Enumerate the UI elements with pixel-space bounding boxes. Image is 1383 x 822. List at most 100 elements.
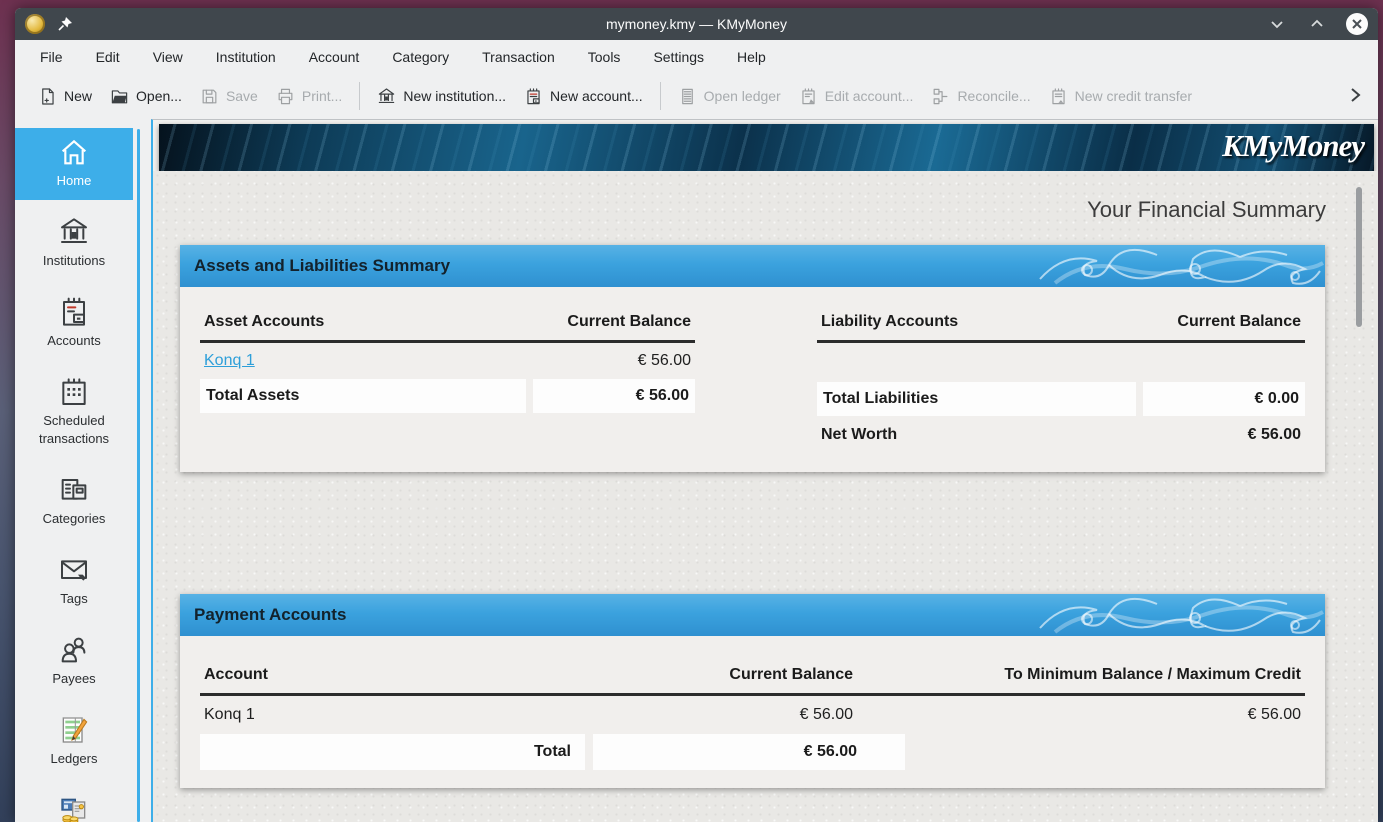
tags-icon — [58, 554, 90, 586]
payment-accounts-panel: Payment Accounts — [180, 594, 1325, 788]
pin-icon[interactable] — [57, 16, 73, 32]
sidebar-item-home[interactable]: Home — [15, 128, 133, 200]
kmymoney-logo: KMyMoney — [1222, 128, 1364, 164]
column-header-current-balance: Current Balance — [567, 313, 691, 331]
account-balance: € 56.00 — [581, 706, 901, 724]
net-worth-row: Net Worth € 56.00 — [817, 416, 1305, 454]
new-institution-button[interactable]: New institution... — [368, 81, 515, 112]
column-header-current-balance: Current Balance — [1177, 313, 1301, 331]
flourish-ornament — [1035, 594, 1325, 636]
table-row: Konq 1 € 56.00 € 56.00 — [200, 696, 1305, 734]
total-label: Total — [200, 734, 585, 770]
net-worth-value: € 56.00 — [1248, 426, 1301, 444]
menu-transaction[interactable]: Transaction — [479, 45, 558, 69]
menu-category[interactable]: Category — [389, 45, 452, 69]
close-button[interactable] — [1346, 13, 1368, 35]
sidebar-navigation: Home Institutions Accounts — [15, 119, 133, 822]
total-liabilities-row: Total Liabilities € 0.00 — [817, 382, 1305, 416]
table-row: Konq 1 € 56.00 — [200, 343, 695, 379]
sidebar-item-categories[interactable]: Categories — [15, 466, 133, 538]
menu-help[interactable]: Help — [734, 45, 769, 69]
sidebar-item-scheduled-transactions[interactable]: Scheduled transactions — [15, 368, 133, 459]
account-link-konq1[interactable]: Konq 1 — [204, 706, 255, 723]
app-icon — [25, 14, 45, 34]
column-header-current-balance: Current Balance — [581, 666, 901, 684]
total-liabilities-value: € 0.00 — [1143, 382, 1305, 416]
new-file-button[interactable]: New — [29, 81, 101, 112]
menu-account[interactable]: Account — [306, 45, 363, 69]
edit-account-button[interactable]: Edit account... — [790, 81, 923, 112]
column-header-account: Account — [204, 666, 581, 684]
sidebar-scrollbar-thumb[interactable] — [137, 129, 140, 822]
account-balance: € 56.00 — [638, 352, 691, 370]
financial-summary-page: Your Financial Summary Assets and Liabil… — [153, 171, 1378, 822]
reconcile-button[interactable]: Reconcile... — [922, 81, 1039, 112]
new-account-button[interactable]: New account... — [515, 81, 652, 112]
asset-accounts-table: Asset Accounts Current Balance Konq 1 € … — [200, 299, 695, 454]
sidebar-item-investments[interactable]: Investments — [15, 786, 133, 822]
print-button[interactable]: Print... — [267, 81, 351, 112]
sidebar-item-accounts[interactable]: Accounts — [15, 288, 133, 360]
home-view: KMyMoney Your Financial Summary Assets a… — [151, 119, 1378, 822]
payment-total-row: Total € 56.00 — [200, 734, 905, 770]
save-button[interactable]: Save — [191, 81, 267, 112]
toolbar: New Open... Save Print... New instituti — [15, 73, 1378, 119]
assets-liabilities-panel: Assets and Liabilities Summary — [180, 245, 1325, 472]
column-header-to-minimum-balance: To Minimum Balance / Maximum Credit — [901, 666, 1301, 684]
total-assets-row: Total Assets € 56.00 — [200, 379, 695, 413]
save-icon — [200, 87, 219, 106]
kmymoney-window: mymoney.kmy — KMyMoney File Edit View In… — [15, 8, 1378, 822]
open-file-button[interactable]: Open... — [101, 81, 191, 112]
menu-institution[interactable]: Institution — [213, 45, 279, 69]
sidebar-item-institutions[interactable]: Institutions — [15, 208, 133, 280]
total-assets-label: Total Assets — [200, 379, 526, 413]
sidebar-item-tags[interactable]: Tags — [15, 546, 133, 618]
account-link-konq1[interactable]: Konq 1 — [204, 352, 255, 370]
toolbar-overflow-button[interactable] — [1340, 80, 1370, 113]
ledger-book-icon — [524, 87, 543, 106]
toolbar-separator — [660, 82, 661, 110]
liability-accounts-table: Liability Accounts Current Balance Total… — [817, 299, 1305, 454]
total-liabilities-label: Total Liabilities — [817, 382, 1136, 416]
accounts-icon — [58, 296, 90, 328]
payees-icon — [58, 634, 90, 666]
payment-table-header: Account Current Balance To Minimum Balan… — [200, 660, 1305, 696]
column-header-liability-accounts: Liability Accounts — [821, 313, 958, 331]
menu-file[interactable]: File — [37, 45, 66, 69]
edit-account-icon — [799, 87, 818, 106]
investments-icon — [58, 794, 90, 822]
assets-liabilities-header: Assets and Liabilities Summary — [180, 245, 1325, 287]
maximize-button[interactable] — [1306, 13, 1328, 35]
new-document-icon — [38, 87, 57, 106]
content-scrollbar-thumb[interactable] — [1356, 187, 1362, 327]
bank-icon — [58, 216, 90, 248]
sidebar-item-payees[interactable]: Payees — [15, 626, 133, 698]
ledgers-icon — [58, 714, 90, 746]
bank-icon — [377, 87, 396, 106]
net-worth-label: Net Worth — [821, 426, 897, 444]
categories-icon — [58, 474, 90, 506]
menu-view[interactable]: View — [150, 45, 186, 69]
printer-icon — [276, 87, 295, 106]
home-icon — [58, 136, 90, 168]
new-credit-transfer-button[interactable]: New credit transfer — [1040, 81, 1201, 112]
titlebar[interactable]: mymoney.kmy — KMyMoney — [15, 8, 1378, 40]
credit-transfer-icon — [1049, 87, 1068, 106]
menu-tools[interactable]: Tools — [585, 45, 624, 69]
total-assets-value: € 56.00 — [533, 379, 695, 413]
open-ledger-button[interactable]: Open ledger — [669, 81, 790, 112]
menubar: File Edit View Institution Account Categ… — [15, 40, 1378, 73]
menu-settings[interactable]: Settings — [650, 45, 707, 69]
sidebar-item-ledgers[interactable]: Ledgers — [15, 706, 133, 778]
sidebar-scrollbar[interactable] — [133, 119, 151, 822]
column-header-asset-accounts: Asset Accounts — [204, 313, 324, 331]
kmymoney-banner: KMyMoney — [159, 124, 1374, 171]
calendar-icon — [58, 376, 90, 408]
ledger-lines-icon — [678, 87, 697, 106]
minimize-button[interactable] — [1266, 13, 1288, 35]
section-title: Payment Accounts — [194, 594, 346, 636]
folder-icon — [110, 87, 129, 106]
menu-edit[interactable]: Edit — [93, 45, 123, 69]
toolbar-separator — [359, 82, 360, 110]
banner-streaks — [159, 124, 1374, 171]
